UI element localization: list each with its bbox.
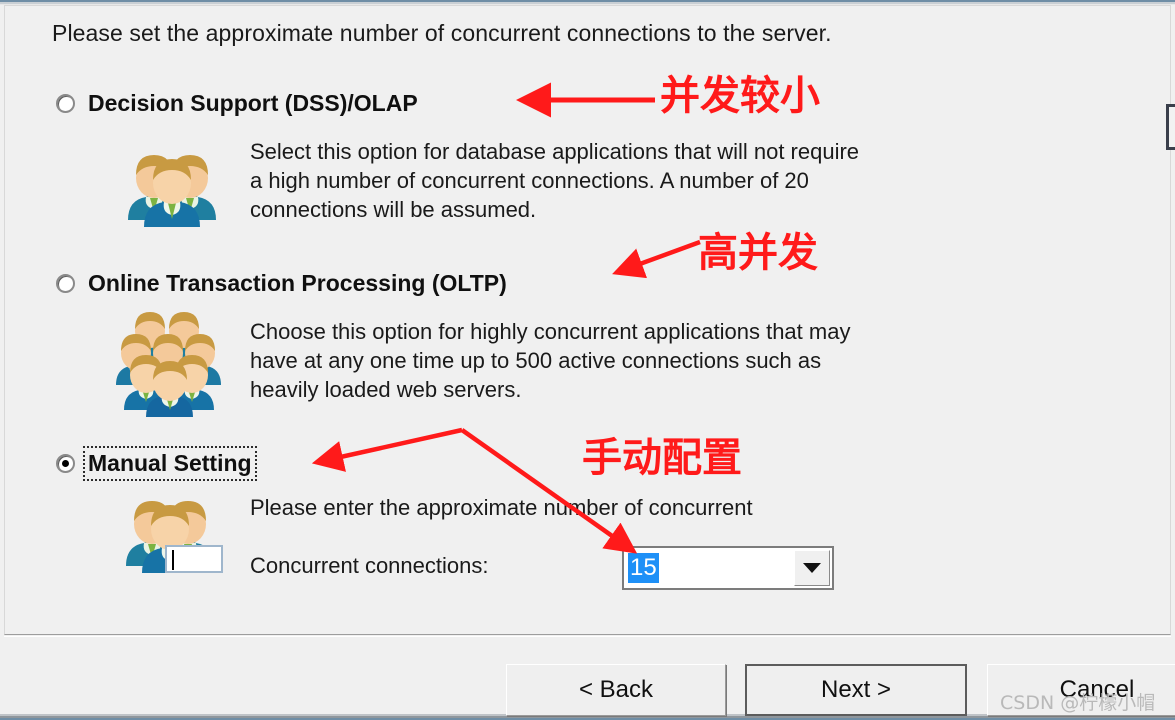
back-button[interactable]: < Back (506, 664, 726, 716)
page-instruction: Please set the approximate number of con… (52, 20, 832, 46)
radio-label-oltp: Online Transaction Processing (OLTP) (88, 270, 507, 296)
next-button[interactable]: Next > (745, 664, 967, 716)
radio-row-dss-olap[interactable]: Decision Support (DSS)/OLAP (56, 88, 421, 119)
radio-manual-setting[interactable] (56, 454, 75, 473)
chevron-down-icon[interactable] (794, 550, 830, 586)
radio-label-manual-setting: Manual Setting (83, 446, 257, 481)
concurrent-connections-combobox[interactable]: 15 (622, 546, 834, 590)
option-description-dss-olap: Select this option for database applicat… (250, 139, 860, 222)
people-group-large-icon (112, 305, 232, 422)
concurrent-connections-value[interactable]: 15 (628, 553, 659, 583)
annotation-high-concurrency: 高并发 (698, 230, 818, 276)
installer-dialog: Please set the approximate number of con… (0, 0, 1175, 720)
option-description-oltp: Choose this option for highly concurrent… (250, 319, 851, 402)
text-cursor-overlay-icon (165, 545, 223, 573)
radio-dss-olap[interactable] (56, 94, 75, 113)
people-group-small-icon (120, 142, 220, 232)
radio-row-manual-setting[interactable]: Manual Setting (56, 446, 257, 481)
manual-setting-hint: Please enter the approximate number of c… (250, 495, 753, 520)
watermark: CSDN @柠檬小帽 (1000, 692, 1156, 714)
annotation-manual-config: 手动配置 (582, 435, 742, 481)
radio-label-dss-olap: Decision Support (DSS)/OLAP (88, 90, 418, 116)
clipped-edge-control (1166, 104, 1175, 150)
concurrent-connections-label: Concurrent connections: (250, 553, 489, 578)
annotation-low-concurrency: 并发较小 (660, 73, 820, 119)
radio-oltp[interactable] (56, 274, 75, 293)
radio-row-oltp[interactable]: Online Transaction Processing (OLTP) (56, 268, 510, 299)
